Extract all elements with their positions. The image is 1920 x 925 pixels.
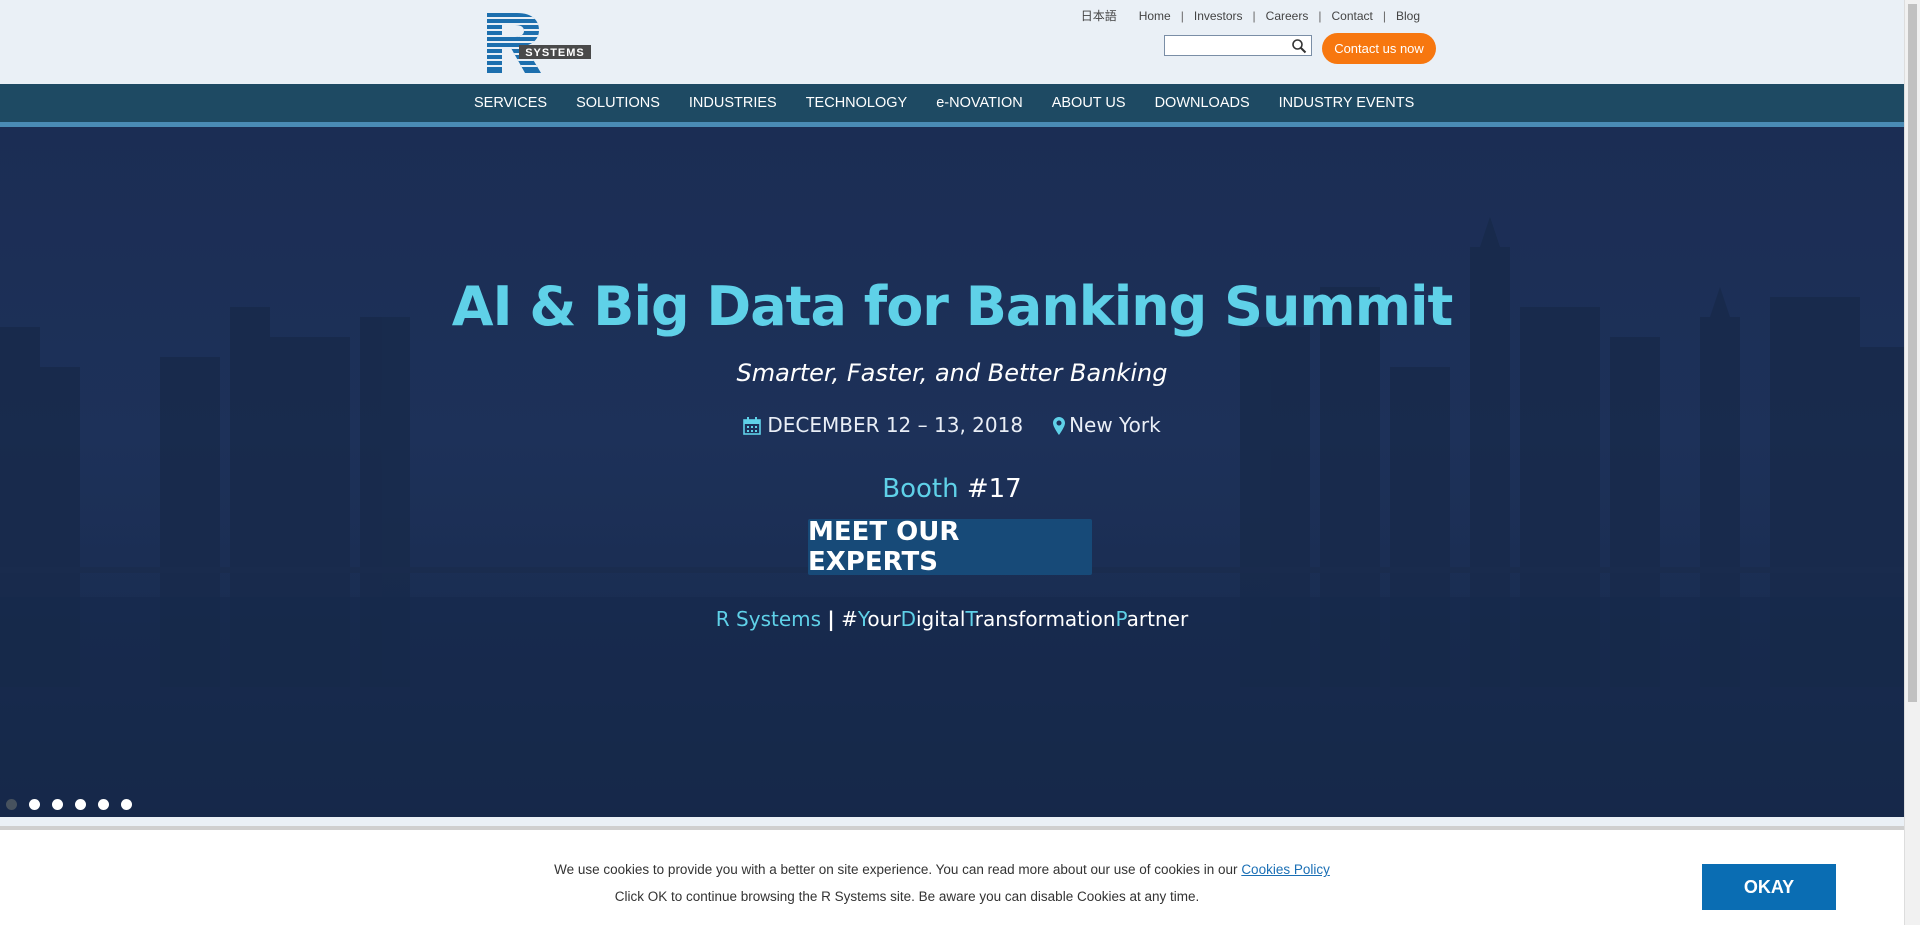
nav-item-technology[interactable]: TECHNOLOGY [806, 95, 908, 111]
logo-text: SYSTEMS [525, 47, 585, 59]
hero-banner: AI & Big Data for Banking Summit Smarter… [0, 127, 1904, 817]
language-link[interactable]: 日本語 [1081, 7, 1117, 24]
nav-item-solutions[interactable]: SOLUTIONS [576, 95, 660, 111]
cookie-banner: We use cookies to provide you with a bet… [0, 826, 1904, 925]
r-systems-logo[interactable]: SYSTEMS [487, 13, 591, 73]
top-link-contact[interactable]: Contact [1331, 9, 1372, 23]
site-header: SYSTEMS 日本語 Home | Investors | Careers |… [0, 0, 1904, 84]
search-input[interactable] [1164, 35, 1312, 56]
nav-item-e-novation[interactable]: e-NOVATION [936, 95, 1022, 111]
cookie-line-1: We use cookies to provide you with a bet… [554, 862, 1238, 877]
event-location: New York [1069, 413, 1161, 437]
tagline-separator: | [827, 607, 835, 631]
tagline-hashtag: #YourDigitalTransformationPartner [841, 607, 1189, 631]
top-link-investors[interactable]: Investors [1194, 9, 1243, 23]
slider-dot[interactable] [121, 799, 132, 810]
divider: | [1252, 8, 1256, 23]
meet-our-experts-button[interactable]: MEET OUR EXPERTS [808, 517, 1092, 577]
top-link-careers[interactable]: Careers [1266, 9, 1309, 23]
contact-us-button[interactable]: Contact us now [1322, 33, 1436, 64]
nav-item-services[interactable]: SERVICES [474, 95, 547, 111]
tagline: R Systems | #YourDigitalTransformationPa… [0, 607, 1904, 631]
nav-item-industry-events[interactable]: INDUSTRY EVENTS [1279, 95, 1415, 111]
slider-dot[interactable] [6, 799, 17, 810]
okay-button[interactable]: OKAY [1702, 864, 1836, 910]
booth-number: #17 [966, 474, 1022, 504]
divider: | [1180, 8, 1184, 23]
divider: | [1382, 8, 1386, 23]
nav-item-about-us[interactable]: ABOUT US [1052, 95, 1126, 111]
divider: | [1318, 8, 1322, 23]
cookies-policy-link[interactable]: Cookies Policy [1241, 862, 1330, 877]
slider-dot[interactable] [98, 799, 109, 810]
nav-item-downloads[interactable]: DOWNLOADS [1155, 95, 1250, 111]
event-meta: DECEMBER 12 – 13, 2018 New York [0, 413, 1904, 437]
main-nav: SERVICES SOLUTIONS INDUSTRIES TECHNOLOGY… [0, 84, 1904, 127]
top-links: 日本語 Home | Investors | Careers | Contact… [1081, 7, 1420, 24]
search-icon[interactable] [1291, 38, 1307, 54]
slider-dot[interactable] [75, 799, 86, 810]
slider-pagination [6, 799, 144, 810]
map-pin-icon [1053, 416, 1066, 435]
slider-dot[interactable] [52, 799, 63, 810]
nav-item-industries[interactable]: INDUSTRIES [689, 95, 777, 111]
event-date: DECEMBER 12 – 13, 2018 [767, 413, 1024, 437]
scrollbar-thumb[interactable] [1908, 4, 1917, 702]
tagline-brand: R Systems [715, 607, 822, 631]
city-skyline-background [0, 217, 1904, 817]
hero-title: AI & Big Data for Banking Summit [451, 275, 1454, 338]
cookie-line-2: Click OK to continue browsing the R Syst… [614, 889, 1200, 904]
page-scrollbar[interactable] [1904, 0, 1920, 925]
top-link-home[interactable]: Home [1139, 9, 1171, 23]
slider-dot[interactable] [29, 799, 40, 810]
calendar-icon [743, 416, 762, 435]
top-link-blog[interactable]: Blog [1396, 9, 1420, 23]
booth-info: Booth #17 [0, 474, 1904, 504]
cookie-message: We use cookies to provide you with a bet… [0, 856, 1904, 910]
booth-label: Booth [882, 474, 959, 504]
hero-subtitle: Smarter, Faster, and Better Banking [736, 359, 1168, 387]
